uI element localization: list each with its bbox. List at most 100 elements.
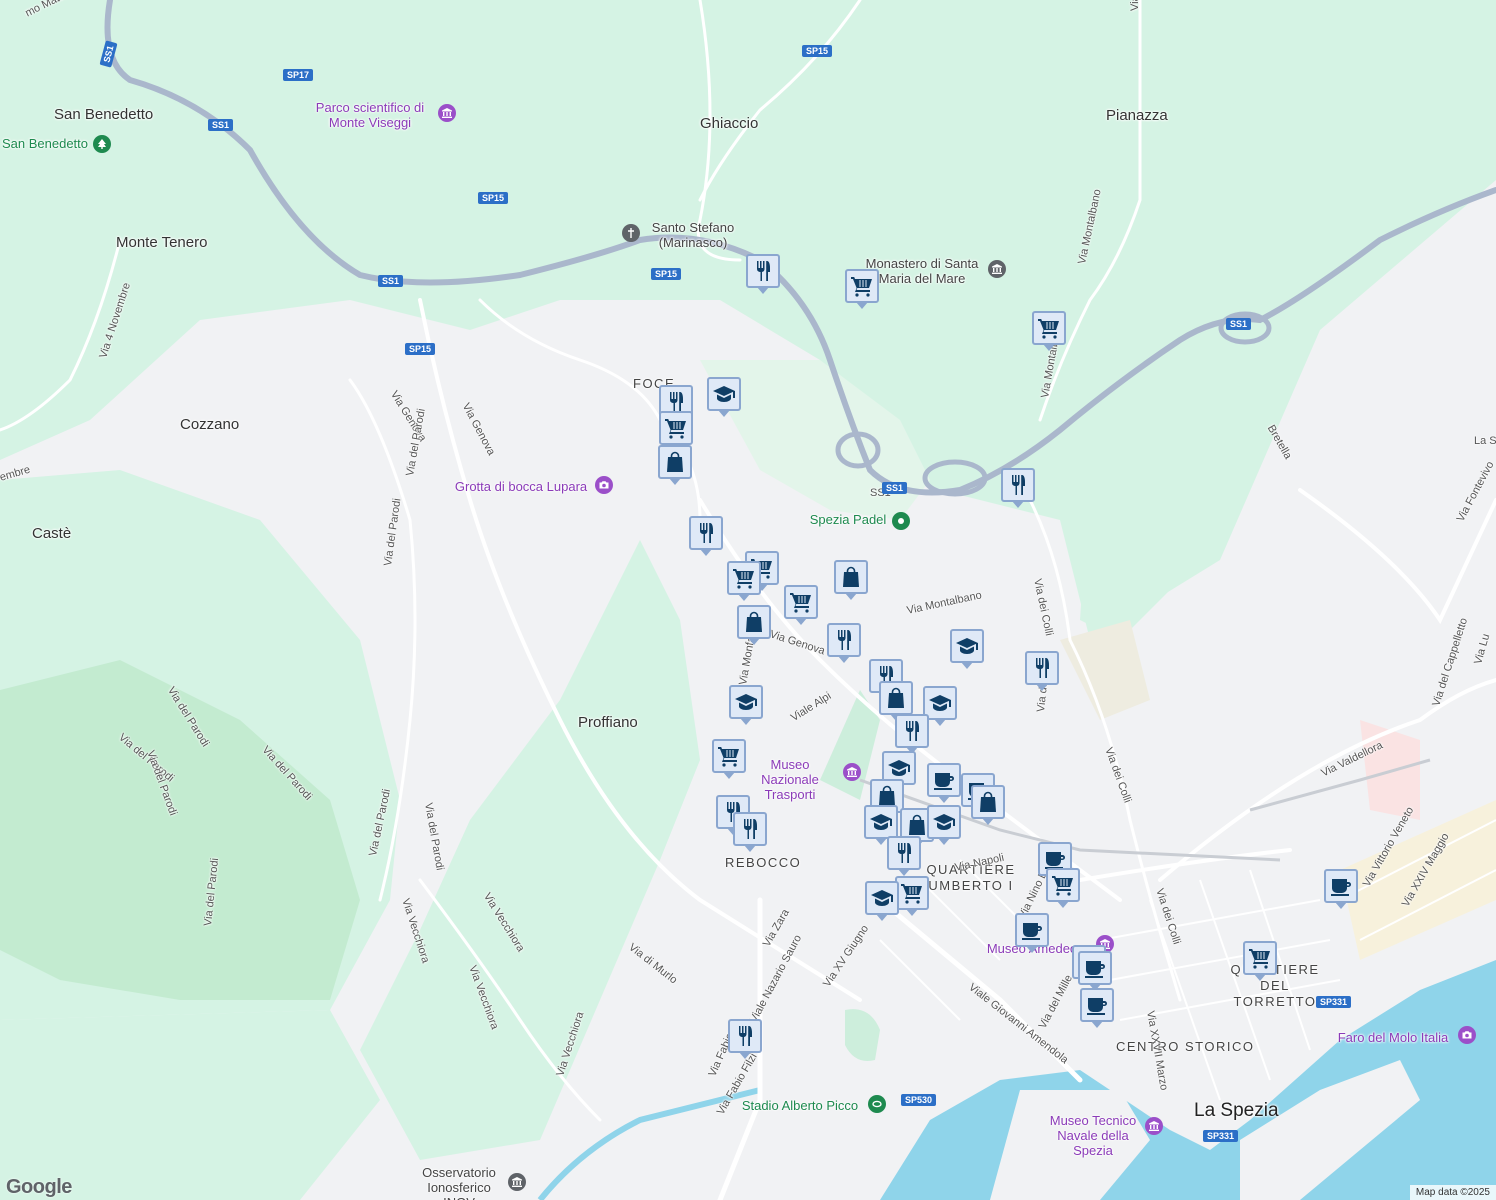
map-marker-cart[interactable] [659, 411, 693, 451]
cart-icon [664, 416, 688, 440]
restaurant-icon [751, 259, 775, 283]
poi-label[interactable]: Grotta di bocca Lupara [446, 479, 596, 494]
map-marker-restaurant[interactable] [827, 623, 861, 663]
place-label: Pianazza [1106, 107, 1168, 124]
road-shield: SS1 [882, 482, 908, 494]
restaurant-icon [1006, 473, 1030, 497]
map-marker-cafe[interactable] [1324, 869, 1358, 909]
place-label: Castè [32, 525, 72, 542]
map-marker-school[interactable] [865, 881, 899, 921]
place-label: Cozzano [180, 416, 240, 433]
poi-label[interactable]: Santo Stefano (Marinasco) [648, 220, 738, 250]
place-label: San Benedetto [54, 106, 154, 123]
cafe-icon [1020, 918, 1044, 942]
poi-label[interactable]: Spezia Padel [808, 512, 888, 527]
poi-label[interactable]: Osservatorio Ionosferico INGV [414, 1165, 504, 1200]
map-marker-cafe[interactable] [1078, 951, 1112, 991]
poi-label[interactable]: Museo Tecnico Navale della Spezia [1040, 1113, 1146, 1158]
map-marker-cart[interactable] [1243, 941, 1277, 981]
map-marker-restaurant[interactable] [728, 1019, 762, 1059]
map-marker-school[interactable] [950, 629, 984, 669]
map-marker-restaurant[interactable] [887, 836, 921, 876]
poi-label[interactable]: Parco scientifico di Monte Viseggi [300, 100, 440, 130]
school-icon [887, 756, 911, 780]
museum-icon[interactable] [843, 763, 861, 781]
poi-label[interactable]: Faro del Molo Italia [1332, 1030, 1454, 1045]
road-shield: SP530 [901, 1094, 937, 1106]
poi-label[interactable]: Stadio Alberto Picco [737, 1098, 863, 1113]
map-marker-restaurant[interactable] [746, 254, 780, 294]
road-shield: SP331 [1316, 996, 1352, 1008]
poi-label[interactable]: San Benedetto [0, 136, 90, 151]
map-marker-restaurant[interactable] [895, 714, 929, 754]
map-canvas[interactable]: San Benedetto Ghiaccio Pianazza Monte Tener… [0, 0, 1496, 1200]
cafe-icon [1085, 993, 1109, 1017]
place-label: REBOCCO [725, 855, 802, 870]
map-marker-shopping-bag[interactable] [658, 445, 692, 485]
restaurant-icon [733, 1024, 757, 1048]
cafe-icon [1329, 874, 1353, 898]
map-marker-cart[interactable] [712, 739, 746, 779]
church-icon[interactable] [622, 224, 640, 242]
place-label: Proffiano [578, 714, 638, 731]
map-marker-school[interactable] [864, 805, 898, 845]
place-label: Monte Tenero [116, 234, 208, 251]
cart-icon [789, 590, 813, 614]
map-marker-shopping-bag[interactable] [737, 605, 771, 645]
map-marker-school[interactable] [729, 685, 763, 725]
landmark-icon[interactable] [508, 1173, 526, 1191]
map-marker-restaurant[interactable] [1025, 651, 1059, 691]
school-icon [869, 810, 893, 834]
stadium-icon[interactable] [868, 1095, 886, 1113]
map-marker-cart[interactable] [727, 561, 761, 601]
camera-icon[interactable] [1458, 1026, 1476, 1044]
shopping-bag-icon [839, 565, 863, 589]
street-label: Via Montalba [1129, 0, 1141, 11]
map-marker-cart[interactable] [895, 876, 929, 916]
map-marker-shopping-bag[interactable] [879, 681, 913, 721]
map-attribution[interactable]: Map data ©2025 [1409, 1185, 1496, 1200]
map-marker-cafe[interactable] [927, 763, 961, 803]
map-marker-cart[interactable] [1032, 311, 1066, 351]
cart-icon [1248, 946, 1272, 970]
restaurant-icon [832, 628, 856, 652]
school-icon [870, 886, 894, 910]
map-marker-cart[interactable] [1046, 868, 1080, 908]
road-shield: SP15 [802, 45, 833, 57]
shopping-bag-icon [884, 686, 908, 710]
shopping-bag-icon [976, 790, 1000, 814]
street-label: La S [1474, 435, 1496, 447]
map-marker-restaurant[interactable] [733, 812, 767, 852]
sport-icon[interactable] [892, 512, 910, 530]
place-label: La Spezia [1194, 1100, 1279, 1121]
school-icon [928, 691, 952, 715]
map-marker-restaurant[interactable] [1001, 468, 1035, 508]
cart-icon [1051, 873, 1075, 897]
map-marker-cart[interactable] [845, 269, 879, 309]
map-marker-school[interactable] [927, 805, 961, 845]
map-marker-restaurant[interactable] [689, 516, 723, 556]
map-marker-cafe[interactable] [1015, 913, 1049, 953]
tree-icon[interactable] [93, 135, 111, 153]
road-shield: SP17 [283, 69, 314, 81]
map-marker-school[interactable] [707, 377, 741, 417]
museum-icon[interactable] [1145, 1117, 1163, 1135]
cart-icon [900, 881, 924, 905]
camera-icon[interactable] [595, 476, 613, 494]
cart-icon [850, 274, 874, 298]
restaurant-icon [738, 817, 762, 841]
museum-icon[interactable] [438, 104, 456, 122]
place-label: Ghiaccio [700, 115, 759, 132]
cafe-icon [1083, 956, 1107, 980]
restaurant-icon [900, 719, 924, 743]
poi-label[interactable]: Museo Nazionale Trasporti [742, 757, 838, 802]
map-marker-cart[interactable] [784, 585, 818, 625]
map-marker-shopping-bag[interactable] [971, 785, 1005, 825]
map-marker-shopping-bag[interactable] [834, 560, 868, 600]
school-icon [712, 382, 736, 406]
map-marker-cafe[interactable] [1080, 988, 1114, 1028]
restaurant-icon [1030, 656, 1054, 680]
landmark-icon[interactable] [988, 260, 1006, 278]
school-icon [734, 690, 758, 714]
road-shield: SP15 [405, 343, 436, 355]
